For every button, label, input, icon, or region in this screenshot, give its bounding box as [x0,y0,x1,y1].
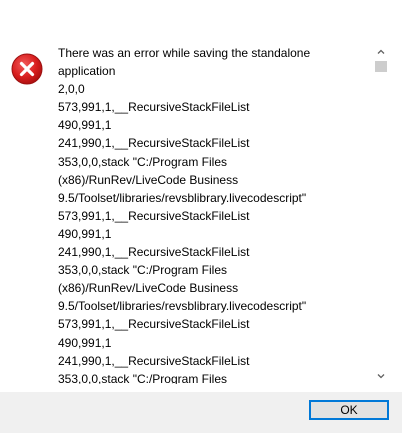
message-line: 241,990,1,__RecursiveStackFileList [58,353,250,368]
message-line: 2,0,0 [58,82,85,97]
message-line: application [58,64,116,79]
message-line: 490,991,1 [58,226,112,241]
scroll-down-button[interactable] [373,368,389,384]
error-icon [11,53,43,85]
message-line: 490,991,1 [58,335,112,350]
message-line: 241,990,1,__RecursiveStackFileList [58,245,250,260]
message-line: 9.5/Toolset/libraries/revsblibrary.livec… [58,190,307,205]
message-line: 241,990,1,__RecursiveStackFileList [58,136,250,151]
dialog-footer: OK [0,392,402,433]
scroll-up-button[interactable] [373,44,389,60]
ok-button[interactable]: OK [309,400,389,420]
message-scrollbar[interactable] [373,44,389,384]
message-line: 573,991,1,__RecursiveStackFileList [58,208,250,223]
message-line: 573,991,1,__RecursiveStackFileList [58,317,250,332]
error-dialog: There was an error while saving the stan… [0,0,402,433]
message-line: 9.5/Toolset/libraries/revsblibrary.livec… [58,299,307,314]
chevron-up-icon [377,49,385,54]
message-line: 353,0,0,stack "C:/Program Files [58,154,227,169]
message-line: (x86)/RunRev/LiveCode Business [58,281,239,296]
message-line: 353,0,0,stack "C:/Program Files [58,263,227,278]
message-line: 490,991,1 [58,118,112,133]
message-line: There was an error while saving the stan… [58,46,311,60]
message-line: 353,0,0,stack "C:/Program Files [58,371,227,384]
scroll-thumb[interactable] [375,61,387,72]
error-message: There was an error while saving the stan… [58,44,366,384]
message-line: 573,991,1,__RecursiveStackFileList [58,100,250,115]
message-line: (x86)/RunRev/LiveCode Business [58,172,239,187]
chevron-down-icon [377,374,385,379]
